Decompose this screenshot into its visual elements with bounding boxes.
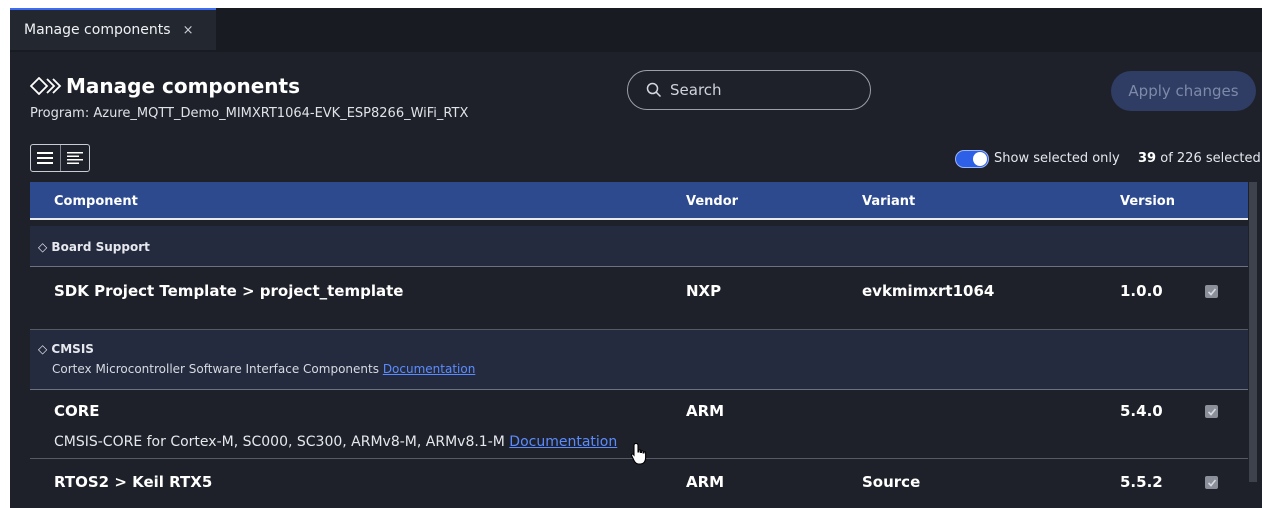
table-header: Component Vendor Variant Version — [30, 182, 1248, 220]
check-icon — [1207, 287, 1216, 296]
diamond-icon: ◇ — [38, 240, 48, 254]
component-description: CMSIS-CORE for Cortex-M, SC000, SC300, A… — [54, 434, 617, 450]
manage-components-panel: Manage components × Manage components Pr… — [10, 8, 1262, 508]
program-name: Program: Azure_MQTT_Demo_MIMXRT1064-EVK_… — [30, 106, 469, 121]
page-title-text: Manage components — [66, 74, 300, 98]
description-text: CMSIS-CORE for Cortex-M, SC000, SC300, A… — [54, 434, 505, 450]
documentation-link[interactable]: Documentation — [383, 362, 476, 376]
tab-label: Manage components — [24, 22, 171, 38]
group-title: ◇ Board Support — [38, 240, 150, 254]
table-row[interactable]: RTOS2 > Keil RTX5 ARM Source 5.5.2 — [30, 459, 1248, 508]
group-title-text: Board Support — [51, 240, 150, 254]
component-name: RTOS2 > Keil RTX5 — [54, 473, 213, 491]
vendor-cell: NXP — [686, 282, 722, 300]
version-cell: 5.5.2 — [1120, 473, 1163, 491]
apply-changes-button[interactable]: Apply changes — [1111, 71, 1256, 111]
view-toggle — [30, 144, 90, 172]
diamond-icon: ◇ — [38, 342, 48, 356]
search-input[interactable]: Search — [627, 70, 871, 110]
group-board-support[interactable]: ◇ Board Support — [30, 226, 1248, 267]
documentation-link[interactable]: Documentation — [509, 434, 617, 450]
vendor-cell: ARM — [686, 473, 725, 491]
selected-count: 39 of 226 selected — [1138, 151, 1261, 166]
table-scrollbar[interactable] — [1249, 182, 1257, 482]
toggle-knob — [973, 152, 987, 166]
close-icon[interactable]: × — [183, 23, 194, 38]
check-icon — [1207, 478, 1216, 487]
group-cmsis[interactable]: ◇ CMSIS Cortex Microcontroller Software … — [30, 330, 1248, 390]
component-name: CORE — [54, 402, 100, 420]
group-title-text: CMSIS — [51, 342, 94, 356]
tab-manage-components[interactable]: Manage components × — [10, 8, 216, 50]
list-view-icon — [37, 152, 54, 164]
page-title: Manage components — [30, 74, 300, 98]
search-icon — [646, 82, 662, 98]
tab-bar: Manage components × — [10, 8, 1262, 52]
version-cell: 1.0.0 — [1120, 282, 1163, 300]
components-icon — [30, 77, 62, 95]
component-checkbox[interactable] — [1205, 405, 1218, 418]
detail-view-icon — [66, 152, 83, 164]
check-icon — [1207, 407, 1216, 416]
component-checkbox[interactable] — [1205, 285, 1218, 298]
column-component[interactable]: Component — [54, 194, 138, 209]
selected-count-number: 39 — [1138, 151, 1157, 166]
group-subtitle: Cortex Microcontroller Software Interfac… — [52, 362, 475, 376]
search-placeholder: Search — [670, 81, 722, 99]
group-title: ◇ CMSIS — [38, 342, 94, 356]
component-checkbox[interactable] — [1205, 476, 1218, 489]
detail-view-button[interactable] — [59, 145, 90, 171]
hand-cursor-icon — [630, 442, 647, 465]
selected-count-rest: of 226 selected — [1160, 151, 1261, 166]
vendor-cell: ARM — [686, 402, 725, 420]
show-selected-toggle[interactable] — [955, 150, 989, 168]
list-view-button[interactable] — [31, 145, 60, 171]
column-variant[interactable]: Variant — [862, 194, 915, 209]
variant-cell: Source — [862, 473, 921, 491]
variant-cell: evkmimxrt1064 — [862, 282, 995, 300]
column-version[interactable]: Version — [1120, 194, 1175, 209]
table-row[interactable]: SDK Project Template > project_template … — [30, 267, 1248, 330]
column-vendor[interactable]: Vendor — [686, 194, 738, 209]
group-description: Cortex Microcontroller Software Interfac… — [52, 362, 379, 376]
show-selected-label: Show selected only — [994, 151, 1120, 166]
version-cell: 5.4.0 — [1120, 402, 1163, 420]
component-name: SDK Project Template > project_template — [54, 282, 404, 300]
